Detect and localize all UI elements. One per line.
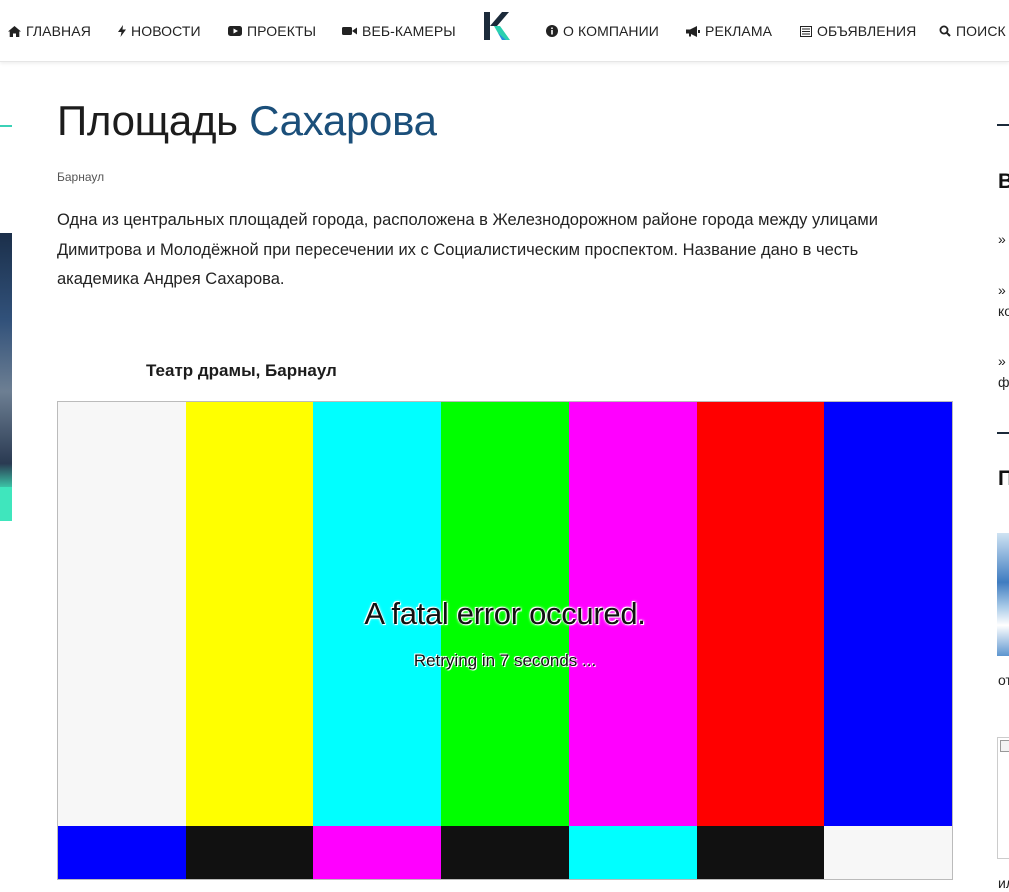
color-bars-bottom [58,826,952,879]
nav-item-label: Поиск [956,23,1006,39]
color-bar [313,826,442,879]
nav-item-search[interactable]: Поиск [939,22,1006,40]
color-bar [696,826,825,879]
youtube-icon [228,26,242,36]
right-sidebar-link-line: » [998,231,1006,247]
right-sidebar-card-image-broken[interactable] [997,737,1009,859]
page-title-part1: Площадь [57,97,238,144]
nav-item-label: Объявления [817,23,917,39]
nav-item-label: Проекты [247,23,317,39]
home-icon [8,25,21,37]
nav-item-label: Новости [131,23,201,39]
right-sidebar-card-image[interactable] [997,533,1009,656]
right-sidebar-divider [997,432,1009,434]
nav-item-label: Веб-камеры [362,23,456,39]
nav-item-label: Главная [26,23,91,39]
color-bar [441,826,569,879]
left-sidebar-image[interactable] [0,233,12,521]
right-sidebar-card-caption[interactable]: ил [998,873,1009,892]
right-sidebar-link-line: » [998,282,1006,298]
left-thumb-stripe [0,487,12,521]
right-sidebar-card-caption[interactable]: от [998,670,1009,691]
place-description: Одна из центральных площадей города, рас… [57,211,878,288]
right-sidebar-heading: П [998,467,1009,490]
video-player[interactable]: A fatal error occured. Retrying in 7 sec… [57,401,953,880]
left-accent-line [0,125,12,127]
player-error-title: A fatal error occured. [364,596,646,631]
right-sidebar-link-line: » [998,353,1006,369]
site-logo[interactable] [480,9,514,43]
player-error-retry: Retrying in 7 seconds ... [413,651,597,670]
right-sidebar-heading: В [998,170,1009,193]
list-alt-icon [800,25,812,37]
nav-item-home[interactable]: Главная [8,22,91,40]
video-camera-icon [342,27,357,35]
right-sidebar-link[interactable]: » ко [998,280,1009,322]
top-navigation: Главная Новости Проекты Веб-камеры О ком… [0,0,1009,62]
nav-item-projects[interactable]: Проекты [228,22,316,40]
broken-image-icon [1000,740,1009,752]
nav-item-label: О компании [563,23,659,39]
color-bar [568,826,697,879]
color-bar [824,826,952,879]
nav-item-about[interactable]: О компании [546,22,659,40]
right-sidebar-divider [997,124,1009,126]
nav-item-label: Реклама [705,23,773,39]
color-bar [185,826,314,879]
nav-item-news[interactable]: Новости [118,22,201,40]
right-sidebar-link[interactable]: » ф [998,351,1009,393]
info-circle-icon [546,25,558,37]
right-sidebar-link[interactable]: » [998,229,1006,250]
search-icon [939,25,951,37]
right-sidebar-link-line: ко [998,303,1009,319]
bolt-icon [118,25,126,37]
page-title-highlight: Сахарова [249,97,437,144]
nav-item-classifieds[interactable]: Объявления [800,22,916,40]
city-label: Барнаул [57,170,105,184]
color-bar [58,826,186,879]
nav-item-advertising[interactable]: Реклама [686,22,772,40]
right-sidebar-link-line: ф [998,374,1009,390]
nav-item-webcams[interactable]: Веб-камеры [342,22,456,40]
camera-title: Театр драмы, Барнаул [146,361,337,380]
page-title: Площадь Сахарова [57,96,437,146]
bullhorn-icon [686,25,700,37]
